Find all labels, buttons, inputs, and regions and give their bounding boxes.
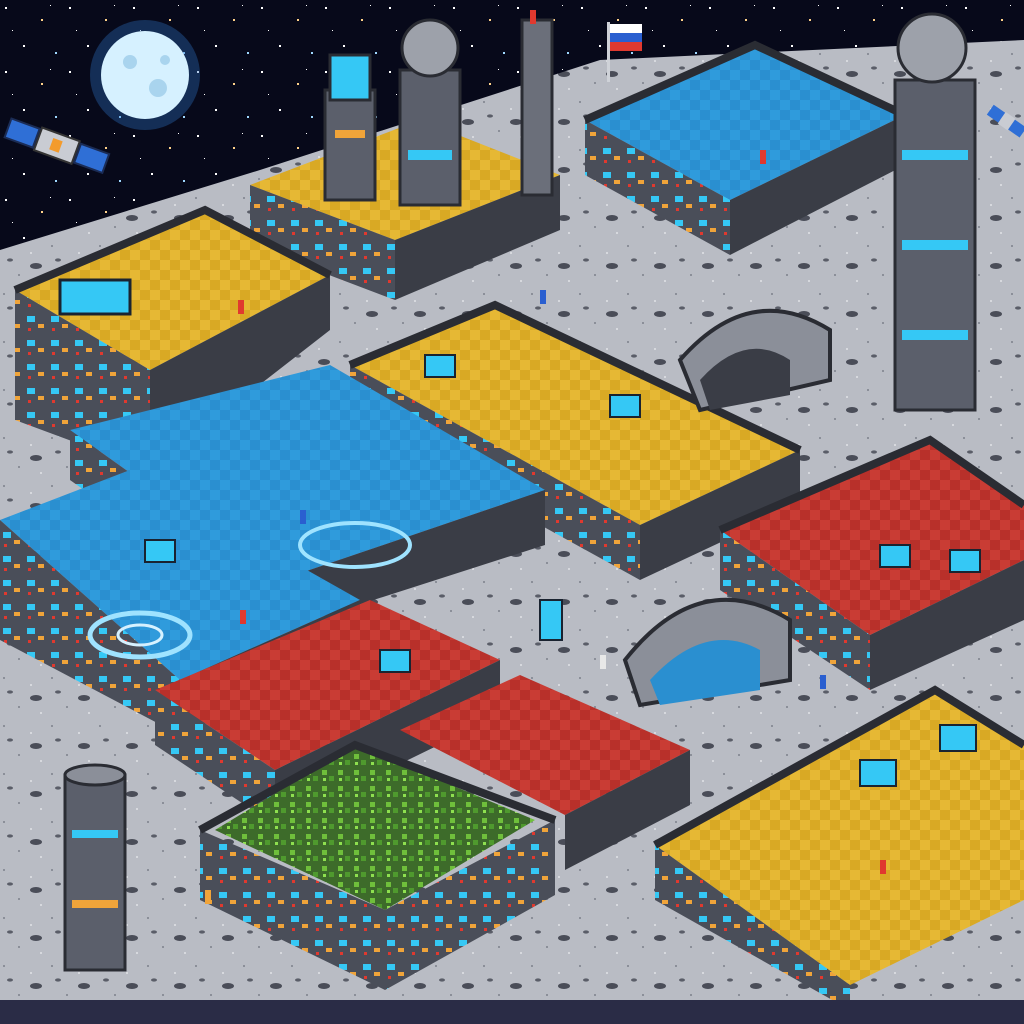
bottom-edge bbox=[0, 1000, 1024, 1024]
tower-mast bbox=[520, 10, 554, 197]
silo-lower-left bbox=[63, 763, 127, 972]
isometric-base-map bbox=[0, 0, 1024, 1024]
tower-top-left bbox=[323, 53, 377, 202]
moon bbox=[90, 20, 200, 130]
tower-top-center bbox=[398, 18, 462, 207]
moon-base-scene bbox=[0, 0, 1024, 1024]
